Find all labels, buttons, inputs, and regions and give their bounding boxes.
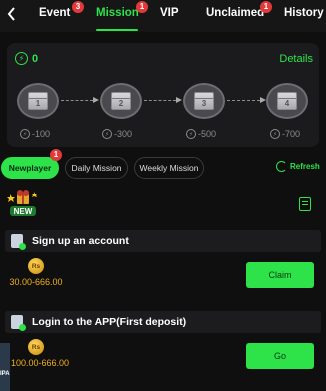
reward-amount: 100.00-666.00 [10, 358, 70, 368]
chest-number: 2 [118, 99, 124, 108]
tab-history[interactable]: History [284, 7, 324, 19]
task-title: Sign up an account [32, 235, 129, 247]
bolt-icon: ⚡ [102, 129, 112, 139]
back-button[interactable] [6, 6, 18, 27]
rupee-coin-icon: Rs [28, 339, 44, 355]
tab-label: Event [39, 7, 71, 19]
progress-connector [227, 100, 260, 101]
chest-number: 4 [284, 99, 290, 108]
new-badge-icon: NEW [7, 190, 37, 216]
coin-label: Rs [31, 262, 41, 270]
chevron-left-icon [7, 7, 15, 21]
bolt-icon: ⚡ [20, 129, 30, 139]
refresh-icon [276, 161, 287, 172]
progress-connector [61, 100, 93, 101]
bolt-icon: ⚡ [15, 52, 28, 65]
tab-vip[interactable]: VIP [160, 7, 179, 19]
task-first-deposit: Login to the APP(First deposit) Rs 100.0… [0, 311, 326, 391]
details-link[interactable]: Details [279, 53, 313, 65]
claim-button[interactable]: Claim [246, 262, 314, 288]
button-label: Go [273, 351, 286, 361]
phone-icon [11, 234, 26, 250]
rupee-coin-icon: Rs [28, 258, 44, 274]
bolt-icon: ⚡ [186, 129, 196, 139]
pill-label: Weekly Mission [139, 163, 199, 173]
top-tab-bar: Event 3 Mission 1 VIP Unclaimed 1 Histor… [0, 0, 326, 32]
chest-number: 3 [201, 99, 207, 108]
tab-label: Mission [96, 7, 139, 19]
task-header: Sign up an account [5, 230, 321, 252]
mission-progress-card: ⚡ 0 Details 1 ⚡ -100 2 ⚡ -300 3 ⚡ -500 4… [7, 43, 319, 147]
go-button[interactable]: Go [246, 343, 314, 369]
side-promo-strip[interactable]: IPA [0, 343, 10, 391]
filter-newplayer-badge: 1 [50, 149, 62, 161]
progress-connector [144, 100, 176, 101]
task-header: Login to the APP(First deposit) [5, 311, 321, 333]
chest-icon: 1 [28, 92, 48, 110]
chest-4[interactable]: 4 [266, 83, 308, 119]
chest-2[interactable]: 2 [100, 83, 142, 119]
tab-label: Unclaimed [206, 7, 265, 19]
side-strip-label: IPA [0, 371, 10, 377]
tab-event-badge: 3 [72, 1, 84, 13]
pill-label: Newplayer [8, 163, 52, 173]
tab-unclaimed[interactable]: Unclaimed [206, 7, 264, 19]
reward-value: -700 [282, 129, 301, 139]
chest-icon: 2 [111, 92, 131, 110]
filter-daily-mission[interactable]: Daily Mission [65, 157, 128, 179]
tab-unclaimed-badge: 1 [260, 1, 272, 13]
new-badge-label: NEW [14, 207, 33, 216]
pill-label: Daily Mission [71, 163, 122, 173]
chest-1-reward: ⚡ -100 [20, 129, 50, 139]
chest-number: 1 [35, 99, 41, 108]
tab-label: VIP [160, 7, 179, 19]
reward-amount: 30.00-666.00 [9, 277, 63, 287]
arrow-right-icon [176, 97, 182, 103]
chest-2-reward: ⚡ -300 [102, 129, 132, 139]
tab-event[interactable]: Event [39, 7, 70, 19]
active-tab-indicator [96, 29, 138, 31]
reward-value: -300 [114, 129, 133, 139]
reward-value: -100 [32, 129, 51, 139]
bolt-icon: ⚡ [270, 129, 280, 139]
tab-mission[interactable]: Mission [96, 7, 139, 19]
refresh-label: Refresh [290, 162, 320, 171]
button-label: Claim [268, 270, 292, 280]
reward-value: -500 [198, 129, 217, 139]
arrow-right-icon [93, 97, 99, 103]
chest-4-reward: ⚡ -700 [270, 129, 300, 139]
coin-label: Rs [31, 343, 41, 351]
chest-1[interactable]: 1 [17, 83, 59, 119]
task-sign-up: Sign up an account Rs 30.00-666.00 Claim [0, 230, 326, 310]
task-title: Login to the APP(First deposit) [32, 316, 187, 328]
chest-icon: 4 [277, 92, 297, 110]
progress-count-value: 0 [32, 52, 39, 65]
filter-newplayer[interactable]: Newplayer [1, 157, 59, 179]
chest-3[interactable]: 3 [183, 83, 225, 119]
filter-weekly-mission[interactable]: Weekly Mission [134, 157, 204, 179]
chest-icon: 3 [194, 92, 214, 110]
tab-label: History [284, 7, 324, 19]
phone-icon [11, 315, 26, 331]
tab-mission-badge: 1 [136, 1, 148, 13]
chest-3-reward: ⚡ -500 [186, 129, 216, 139]
refresh-button[interactable]: Refresh [276, 161, 320, 172]
progress-count: ⚡ 0 [15, 52, 38, 65]
document-icon[interactable] [299, 197, 311, 211]
